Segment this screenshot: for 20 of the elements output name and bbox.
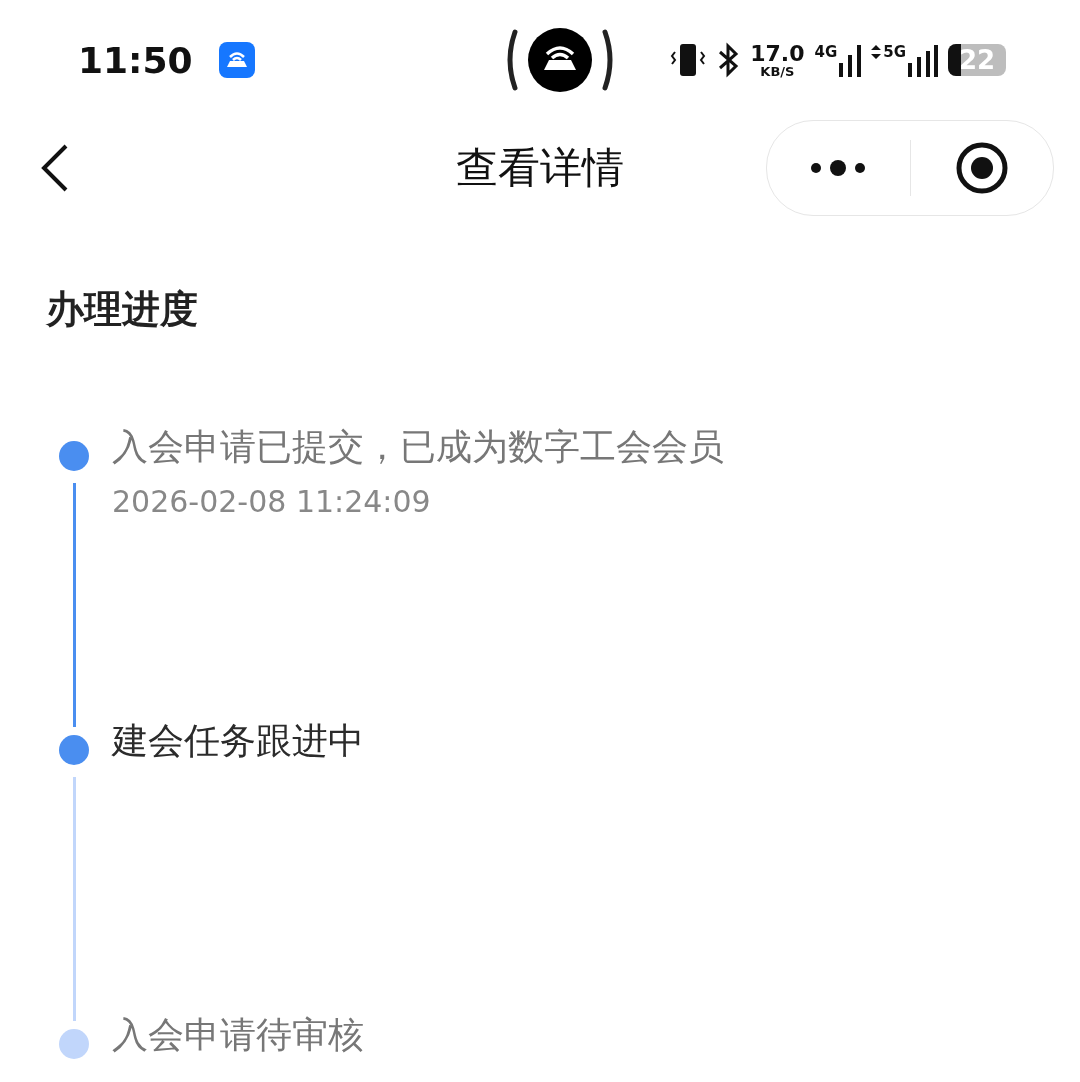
target-icon bbox=[954, 141, 1009, 195]
page-title: 查看详情 bbox=[456, 142, 624, 194]
signal-icon bbox=[908, 43, 938, 77]
network-type: 4G bbox=[814, 43, 838, 61]
up-down-arrows-icon bbox=[871, 45, 882, 59]
step-title: 入会申请待审核 bbox=[112, 1013, 364, 1057]
step-time: 2026-02-08 11:24:09 bbox=[112, 484, 432, 520]
step-title: 入会申请已提交，已成为数字工会会员 bbox=[112, 425, 724, 469]
network-speed: 17.0 bbox=[750, 42, 805, 65]
battery-level: 22 bbox=[958, 45, 996, 75]
battery-fill bbox=[948, 44, 961, 76]
signal-icon bbox=[839, 43, 862, 77]
wifi-app-icon bbox=[218, 42, 255, 78]
status-time: 11:50 bbox=[78, 39, 193, 81]
section-title: 办理进度 bbox=[46, 286, 199, 333]
bluetooth-icon bbox=[716, 42, 741, 78]
step-title: 建会任务跟进中 bbox=[112, 719, 364, 763]
vibrate-icon bbox=[670, 42, 707, 78]
speed-unit: KB/S bbox=[760, 64, 795, 78]
network-type: 5G bbox=[883, 43, 906, 61]
